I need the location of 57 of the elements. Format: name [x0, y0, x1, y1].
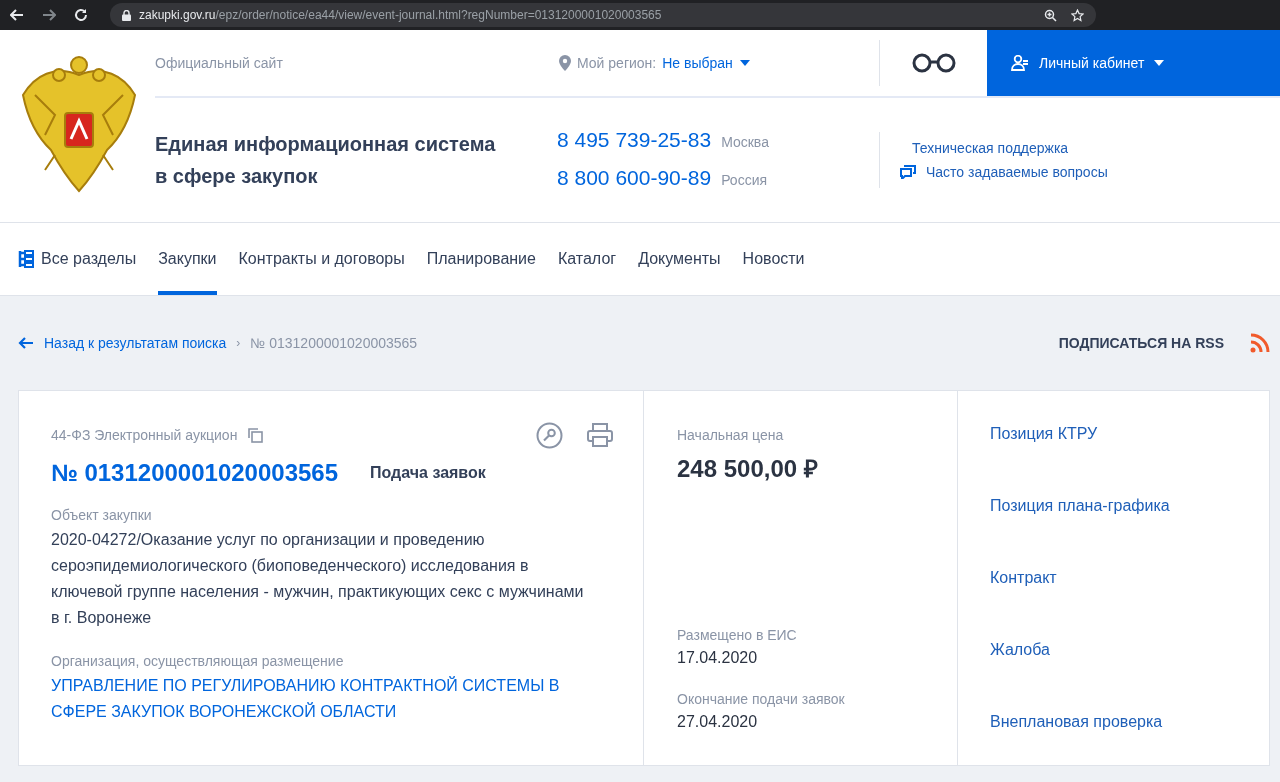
caret-icon [1154, 60, 1165, 66]
date-value: 27.04.2020 [677, 713, 759, 731]
notice-status: Подача заявок [370, 464, 486, 482]
date-label: Размещено в ЕИС [677, 627, 798, 643]
site-title: Единая информационная система в сфере закупок [155, 132, 497, 189]
sections-icon [18, 250, 35, 268]
back-icon[interactable] [10, 9, 24, 21]
zoom-icon[interactable] [1044, 8, 1057, 22]
site-label: Официальный сайт [155, 55, 284, 71]
purchase-object: 2020-04272/Оказание услуг по организации и проведению сероэпидемиологического (биоповеденческого) исследования в ключевой группе населения - мужчин, практикующих секс с мужчинами в г. Воронеже [51, 530, 585, 628]
region-dropdown[interactable]: Не выбран [662, 55, 750, 71]
nav-tab[interactable]: Закупки [158, 223, 217, 295]
phone-number[interactable]: 8 495 739-25-83 [557, 122, 712, 158]
date-value: 17.04.2020 [677, 649, 759, 667]
nav-tab[interactable]: Каталог [557, 223, 617, 295]
region-label: Мой регион: [577, 55, 657, 71]
print-icon[interactable] [587, 423, 613, 447]
price-value: 248 500,00 ₽ [677, 454, 819, 484]
back-link[interactable]: Назад к результатам поиска [44, 335, 227, 351]
account-button[interactable]: Личный кабинет [987, 30, 1280, 96]
side-link[interactable]: Позиция КТРУ [990, 425, 1269, 443]
nav-tab[interactable]: Все разделы [18, 223, 137, 295]
address-bar[interactable]: zakupki.gov.ru/epz/order/notice/ea44/view/event-journal.html?regNumber=0131200001020003565 [110, 3, 1096, 27]
field-label: Организация, осуществляющая размещение [51, 653, 345, 669]
price-label: Начальная цена [677, 427, 785, 443]
phone-number[interactable]: 8 800 600-90-89 [557, 160, 712, 196]
lock-icon [122, 9, 131, 21]
field-label: Объект закупки [51, 507, 153, 523]
date-label: Окончание подачи заявок [677, 691, 846, 707]
support-link[interactable]: Техническая поддержка [912, 140, 1108, 156]
forward-icon[interactable] [42, 9, 56, 21]
city-label: Россия [721, 171, 768, 190]
notice-type: 44-ФЗ Электронный аукцион [51, 427, 238, 443]
caret-icon [739, 60, 750, 66]
back-arrow-icon[interactable] [18, 337, 34, 349]
reload-icon[interactable] [74, 8, 88, 22]
city-label: Москва [721, 133, 769, 152]
nav-tab[interactable]: Новости [742, 223, 805, 295]
side-link[interactable]: Внеплановая проверка [990, 713, 1269, 731]
notice-number[interactable]: № 0131200001020003565 [51, 459, 339, 487]
location-pin-icon [559, 55, 571, 71]
user-icon [1011, 55, 1029, 71]
side-link[interactable]: Контракт [990, 569, 1269, 587]
side-link[interactable]: Позиция плана-графика [990, 497, 1269, 515]
nav-tab[interactable]: Документы [638, 223, 721, 295]
organization-link[interactable]: УПРАВЛЕНИЕ ПО РЕГУЛИРОВАНИЮ КОНТРАКТНОЙ СИСТЕМЫ В СФЕРЕ ЗАКУПОК ВОРОНЕЖСКОЙ ОБЛАСТИ [51, 673, 591, 725]
chat-icon [900, 165, 916, 179]
nav-tab[interactable]: Контракты и договоры [238, 223, 405, 295]
glasses-icon [910, 53, 957, 73]
star-icon[interactable] [1071, 8, 1084, 22]
rss-icon[interactable] [1250, 333, 1270, 353]
side-link[interactable]: Жалоба [990, 641, 1269, 659]
faq-link[interactable]: Часто задаваемые вопросы [926, 164, 1108, 180]
nav-tab[interactable]: Планирование [426, 223, 536, 295]
breadcrumb-separator: › [236, 336, 241, 350]
rss-link[interactable]: ПОДПИСАТЬСЯ НА RSS [1058, 335, 1224, 351]
breadcrumb-current: № 0131200001020003565 [250, 335, 418, 351]
